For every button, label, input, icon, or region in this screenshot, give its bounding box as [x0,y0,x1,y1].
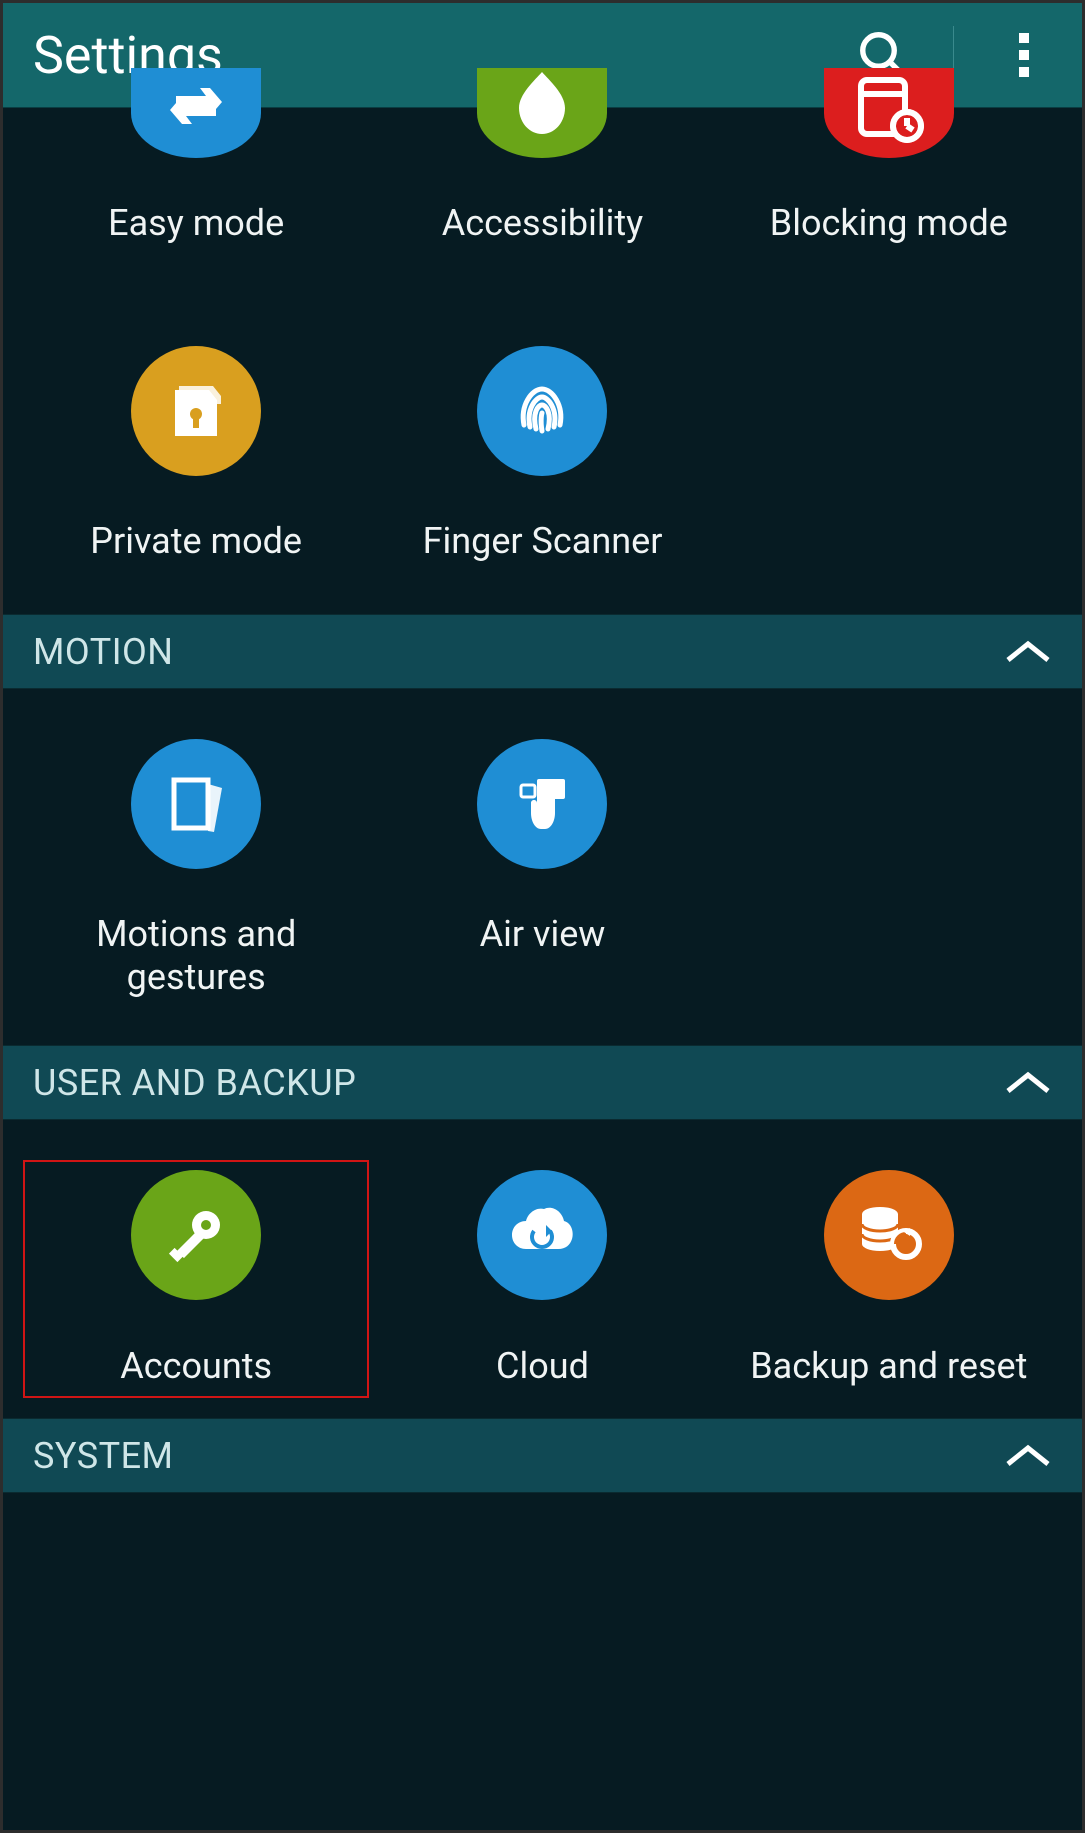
item-label: Finger Scanner [423,520,663,564]
item-label: Accounts [120,1344,272,1388]
item-cloud[interactable]: Cloud [369,1160,715,1398]
section-title: SYSTEM [33,1435,1004,1477]
motion-grid: Motions and gestures Air view [3,689,1082,1045]
item-label: Motions and gestures [29,913,363,999]
backup-reset-icon [824,1170,954,1300]
chevron-up-icon [1004,638,1052,666]
chevron-up-icon [1004,1442,1052,1470]
private-mode-icon [131,346,261,476]
section-header-system[interactable]: SYSTEM [3,1418,1082,1493]
item-accounts[interactable]: Accounts [23,1160,369,1398]
item-backup-reset[interactable]: Backup and reset [716,1160,1062,1398]
more-vertical-icon [1018,31,1030,79]
item-label: Private mode [90,520,302,564]
item-label: Cloud [496,1344,589,1388]
section-title: MOTION [33,631,1004,673]
accessibility-icon [477,68,607,158]
item-private-mode[interactable]: Private mode [23,276,369,574]
section-title: USER AND BACKUP [33,1062,1004,1104]
section-header-motion[interactable]: MOTION [3,614,1082,689]
item-motions-gestures[interactable]: Motions and gestures [23,729,369,1009]
air-view-icon [477,739,607,869]
item-easy-mode[interactable]: Easy mode [23,108,369,276]
item-finger-scanner[interactable]: Finger Scanner [369,276,715,574]
item-label: Air view [480,913,606,957]
item-label: Easy mode [108,202,284,246]
item-accessibility[interactable]: Accessibility [369,108,715,276]
chevron-up-icon [1004,1069,1052,1097]
motions-gestures-icon [131,739,261,869]
blocking-mode-icon [824,68,954,158]
section-header-user-backup[interactable]: USER AND BACKUP [3,1045,1082,1120]
easy-mode-icon [131,68,261,158]
item-label: Accessibility [442,202,643,246]
more-options-button[interactable] [984,15,1064,95]
item-label: Backup and reset [750,1344,1027,1388]
item-label: Blocking mode [770,202,1008,246]
item-blocking-mode[interactable]: Blocking mode [716,108,1062,276]
cloud-icon [477,1170,607,1300]
fingerprint-icon [477,346,607,476]
item-air-view[interactable]: Air view [369,729,715,1009]
user-backup-grid: Accounts Cloud [3,1120,1082,1418]
accounts-icon [131,1170,261,1300]
personalization-grid: Easy mode Accessibility Blocking mode [3,108,1082,614]
